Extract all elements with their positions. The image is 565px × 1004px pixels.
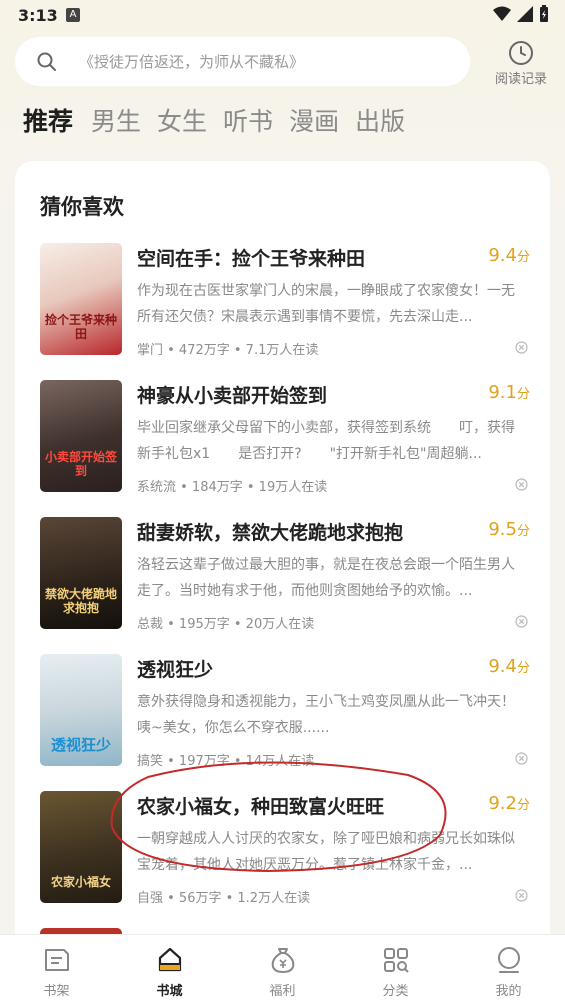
cover-text: 禁欲大佬跪地求抱抱 <box>44 587 117 615</box>
nav-label: 我的 <box>495 984 522 999</box>
cover-text: 农家小福女 <box>50 875 111 889</box>
nav-category[interactable]: 分类 <box>339 935 452 1004</box>
cover-text: 小卖部开始签到 <box>44 450 117 478</box>
coin-bag-icon <box>271 948 294 974</box>
book-score: 9.4分 <box>488 245 530 266</box>
nav-label: 分类 <box>382 984 409 999</box>
book-description: 洛轻云这辈子做过最大胆的事，就是在夜总会跟一个陌生男人走了。当时她有求于他，而他… <box>137 557 515 599</box>
reading-history-label: 阅读记录 <box>494 72 547 87</box>
nav-label: 书城 <box>156 984 183 999</box>
book-meta: 掌门 • 472万字 • 7.1万人在读 <box>137 343 319 358</box>
book-item[interactable]: 捡个王爷来种田 空间在手：捡个王爷来种田 9.4分 作为现在古医世家掌门人的宋晨… <box>40 243 530 358</box>
nav-profile[interactable]: 我的 <box>452 935 565 1004</box>
book-title: 神豪从小卖部开始签到 <box>137 385 328 407</box>
category-grid-icon <box>383 948 409 973</box>
book-item[interactable]: 透视狂少 透视狂少 9.4分 意外获得隐身和透视能力，王小飞土鸡变凤凰从此一飞冲… <box>40 654 530 769</box>
cover-text: 透视狂少 <box>50 736 111 754</box>
tab-publishing[interactable]: 出版 <box>355 102 405 142</box>
cover-text: 捡个王爷来种田 <box>44 313 117 341</box>
book-title: 透视狂少 <box>137 659 214 681</box>
book-cover[interactable]: 透视狂少 <box>40 654 122 766</box>
nav-rewards[interactable]: 福利 <box>226 935 339 1004</box>
profile-icon <box>497 947 520 973</box>
signal-icon <box>517 6 533 22</box>
nav-bookstore[interactable]: 书城 <box>113 935 226 1004</box>
bookshelf-icon <box>44 949 69 971</box>
bottom-navigation: 书架 书城 福利 分类 我的 <box>0 934 565 1004</box>
book-title: 空间在手：捡个王爷来种田 <box>137 248 366 270</box>
close-icon[interactable] <box>515 478 528 491</box>
tab-male[interactable]: 男生 <box>91 102 141 142</box>
tab-female[interactable]: 女生 <box>157 102 207 142</box>
status-bar: 3:13 A <box>0 0 565 32</box>
close-icon[interactable] <box>515 615 528 628</box>
tab-recommend[interactable]: 推荐 <box>23 102 73 142</box>
book-score: 9.1分 <box>488 382 530 403</box>
clock-icon <box>509 41 533 65</box>
book-cover[interactable]: 小卖部开始签到 <box>40 380 122 492</box>
book-score: 9.2分 <box>488 793 530 814</box>
wifi-icon <box>493 6 511 21</box>
annotation-ellipse <box>110 761 447 873</box>
reading-history-button[interactable]: 阅读记录 <box>488 40 554 88</box>
nav-bookshelf[interactable]: 书架 <box>0 935 113 1004</box>
nav-label: 福利 <box>269 984 296 999</box>
book-description: 毕业回家继承父母留下的小卖部，获得签到系统 叮，获得新手礼包x1 是否打开? "… <box>137 420 515 462</box>
status-badge: A <box>66 8 80 22</box>
search-icon <box>37 52 56 71</box>
book-title: 甜妻娇软，禁欲大佬跪地求抱抱 <box>137 522 404 544</box>
category-tabs: 推荐 男生 女生 听书 漫画 出版 <box>23 102 421 142</box>
close-icon[interactable] <box>515 752 528 765</box>
book-score: 9.5分 <box>488 519 530 540</box>
status-time: 3:13 <box>18 6 58 25</box>
tab-comics[interactable]: 漫画 <box>289 102 339 142</box>
search-placeholder: 《授徒万倍返还，为师从不藏私》 <box>79 53 305 71</box>
book-description: 作为现在古医世家掌门人的宋晨，一睁眼成了农家傻女！一无所有还欠债？宋晨表示遇到事… <box>137 283 515 325</box>
status-icons <box>493 5 549 23</box>
tab-audiobook[interactable]: 听书 <box>223 102 273 142</box>
search-bar[interactable]: 《授徒万倍返还，为师从不藏私》 <box>15 37 470 86</box>
book-item[interactable]: 禁欲大佬跪地求抱抱 甜妻娇软，禁欲大佬跪地求抱抱 9.5分 洛轻云这辈子做过最大… <box>40 517 530 632</box>
book-meta: 总裁 • 195万字 • 20万人在读 <box>137 617 315 632</box>
battery-icon <box>540 5 548 22</box>
book-meta: 自强 • 56万字 • 1.2万人在读 <box>137 891 311 906</box>
book-meta: 系统流 • 184万字 • 19万人在读 <box>137 480 328 495</box>
close-icon[interactable] <box>515 341 528 354</box>
book-cover[interactable]: 捡个王爷来种田 <box>40 243 122 355</box>
close-icon[interactable] <box>515 889 528 902</box>
book-cover[interactable]: 禁欲大佬跪地求抱抱 <box>40 517 122 629</box>
book-description: 意外获得隐身和透视能力，王小飞土鸡变凤凰从此一飞冲天！咦~美女，你怎么不穿衣服.… <box>137 694 515 736</box>
section-title: 猜你喜欢 <box>40 195 124 219</box>
book-score: 9.4分 <box>488 656 530 677</box>
bookstore-icon <box>158 947 181 972</box>
nav-label: 书架 <box>43 984 70 999</box>
book-item[interactable]: 小卖部开始签到 神豪从小卖部开始签到 9.1分 毕业回家继承父母留下的小卖部，获… <box>40 380 530 495</box>
